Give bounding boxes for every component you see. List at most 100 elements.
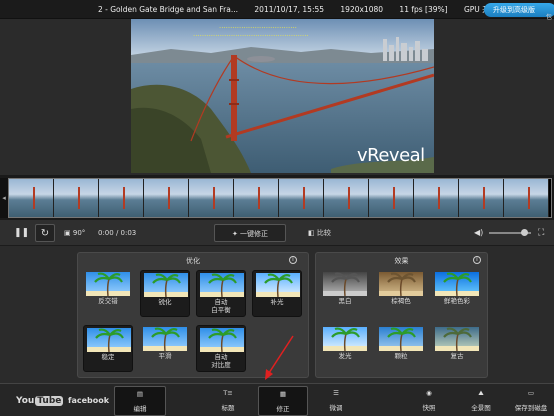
video-info: 2 - Golden Gate Bridge and San Fra... 20…: [98, 4, 511, 15]
one-click-fix-label: 一键修正: [240, 230, 269, 238]
rotate-icon: ▣: [64, 229, 71, 237]
facebook-button[interactable]: facebook: [68, 396, 109, 405]
effect-tile-label: 黑白: [338, 297, 352, 305]
filmstrip-frame: [99, 179, 144, 217]
save-to-disk-button[interactable]: ▭ 保存到磁盘: [508, 386, 554, 416]
tab-edit[interactable]: ▤ 编辑: [114, 386, 166, 416]
panorama-icon: ⛰: [478, 389, 484, 397]
filmstrip-frame: [9, 179, 54, 217]
effect-tile-label: 复古: [450, 352, 464, 360]
effects-panel-title: 效果: [394, 257, 409, 265]
fix-tile[interactable]: 反交错: [83, 270, 133, 317]
compare-icon: ◧: [308, 229, 315, 237]
filmstrip-frame: [459, 179, 504, 217]
sliders-icon: ☰: [333, 389, 339, 397]
tab-tune[interactable]: ☰ 微调: [312, 386, 360, 416]
rotate-label: 90°: [72, 229, 86, 237]
compare-label: 比较: [316, 229, 331, 237]
magic-wand-icon: ✦: [231, 230, 238, 238]
tab-tune-label: 微调: [329, 404, 343, 412]
fix-tile[interactable]: 锐化: [140, 270, 190, 317]
compare-button[interactable]: ◧ 比较: [308, 224, 342, 242]
effect-tile-thumbnail: [323, 272, 367, 296]
effect-tile-thumbnail: [435, 327, 479, 351]
fix-tile[interactable]: 自动 白平衡: [196, 270, 246, 317]
fix-tile-label: 补光: [270, 298, 284, 306]
filmstrip-frame: [414, 179, 459, 217]
camera-icon: ◉: [426, 389, 432, 397]
fix-tile[interactable]: 补光: [252, 270, 302, 317]
disk-icon: ▭: [527, 389, 535, 397]
subtitle-overlay-line1: ...................................: [219, 22, 297, 30]
tab-titles[interactable]: T≡ 标题: [204, 386, 252, 416]
filmstrip-frame: [324, 179, 369, 217]
effect-tile[interactable]: 棕褐色: [376, 270, 426, 317]
youtube-logo-tube: Tube: [35, 396, 64, 406]
resolution: 1920x1080: [340, 5, 384, 14]
effect-tile-thumbnail: [435, 272, 479, 296]
fix-panel-title: 优化: [186, 257, 200, 265]
effect-tile[interactable]: 复古: [432, 325, 482, 372]
edit-icon: ▤: [136, 390, 144, 398]
filmstrip-left-handle[interactable]: ◂: [0, 178, 8, 218]
playback-controls: ❚❚ ↻ ▣ 90° 0:00 / 0:03 ✦ 一键修正 ◧ 比较 ◀) ⛶: [0, 220, 554, 246]
vreveal-window: 2 - Golden Gate Bridge and San Fra... 20…: [0, 0, 554, 416]
fix-tile-thumbnail: [87, 328, 131, 352]
effect-tile-label: 棕褐色: [391, 297, 411, 305]
effect-tile-thumbnail: [379, 327, 423, 351]
fix-tile-thumbnail: [86, 272, 130, 296]
title-bar: 2 - Golden Gate Bridge and San Fra... 20…: [0, 0, 554, 21]
effect-tile-thumbnail: [379, 272, 423, 296]
subtitle-overlay-line2: ........................................…: [193, 30, 309, 38]
fix-tile-thumbnail: [200, 273, 244, 297]
fix-tile-label: 自动 对比度: [211, 353, 231, 369]
filmstrip-frame: [144, 179, 189, 217]
fix-tile-label: 反交错: [98, 297, 118, 305]
youtube-logo-you: You: [16, 396, 35, 406]
upgrade-button[interactable]: 升级到高级版: [484, 3, 554, 17]
fix-tile-thumbnail: [143, 327, 187, 351]
fix-tile[interactable]: 自动 对比度: [196, 325, 246, 372]
loop-icon[interactable]: ↻: [35, 224, 55, 242]
filmstrip[interactable]: ◂: [0, 175, 554, 220]
rotate-button[interactable]: ▣ 90°: [64, 224, 92, 242]
effect-tile[interactable]: 鲜艳色彩: [432, 270, 482, 317]
filmstrip-frames[interactable]: [8, 178, 552, 218]
one-click-fix-button[interactable]: ✦ 一键修正: [214, 224, 286, 242]
info-icon[interactable]: i: [473, 256, 481, 264]
fix-tile[interactable]: 平滑: [140, 325, 190, 372]
panorama-button[interactable]: ⛰ 全景图: [458, 386, 504, 416]
effect-tile[interactable]: 颗粒: [376, 325, 426, 372]
fix-tile-thumbnail: [144, 273, 188, 297]
fix-tile-label: 锐化: [158, 298, 172, 306]
fullscreen-icon[interactable]: ⛶: [538, 224, 550, 242]
effect-tile[interactable]: 黑白: [320, 270, 370, 317]
snapshot-button[interactable]: ◉ 快照: [408, 386, 450, 416]
filmstrip-frame: [234, 179, 279, 217]
panorama-label: 全景图: [471, 404, 491, 412]
file-title: 2 - Golden Gate Bridge and San Fra...: [98, 5, 239, 14]
volume-icon[interactable]: ◀): [474, 224, 486, 242]
video-preview[interactable]: ................................... ....…: [131, 19, 434, 173]
tab-fix[interactable]: ▦ 修正: [258, 386, 308, 416]
filmstrip-frame: [54, 179, 99, 217]
red-arrow-annotation: [265, 335, 294, 380]
filmstrip-frame: [504, 179, 549, 217]
vreveal-watermark: vReveal: [357, 145, 425, 166]
effects-panel: 效果 i 黑白 棕褐色 鲜艳色彩 发光 颗粒 复古: [315, 252, 488, 378]
fix-tile-thumbnail: [256, 273, 300, 297]
bottom-toolbar: You Tube facebook ▤ 编辑 T≡ 标题 ▦ 修正 ☰ 微调 ◉ …: [0, 383, 554, 416]
effect-tile[interactable]: 发光: [320, 325, 370, 372]
effect-tile-thumbnail: [323, 327, 367, 351]
youtube-button[interactable]: You Tube: [16, 396, 64, 406]
fix-tile-label: 稳定: [101, 353, 115, 361]
pause-icon[interactable]: ❚❚: [14, 224, 29, 242]
filmstrip-frame: [189, 179, 234, 217]
time-display: 0:00 / 0:03: [98, 229, 137, 237]
fix-tile-label: 平滑: [158, 352, 172, 360]
info-icon[interactable]: i: [289, 256, 297, 264]
volume-slider-knob[interactable]: [521, 229, 529, 236]
filmstrip-frame: [279, 179, 324, 217]
fix-tile[interactable]: 稳定: [83, 325, 133, 372]
effect-tile-label: 鲜艳色彩: [444, 297, 470, 305]
